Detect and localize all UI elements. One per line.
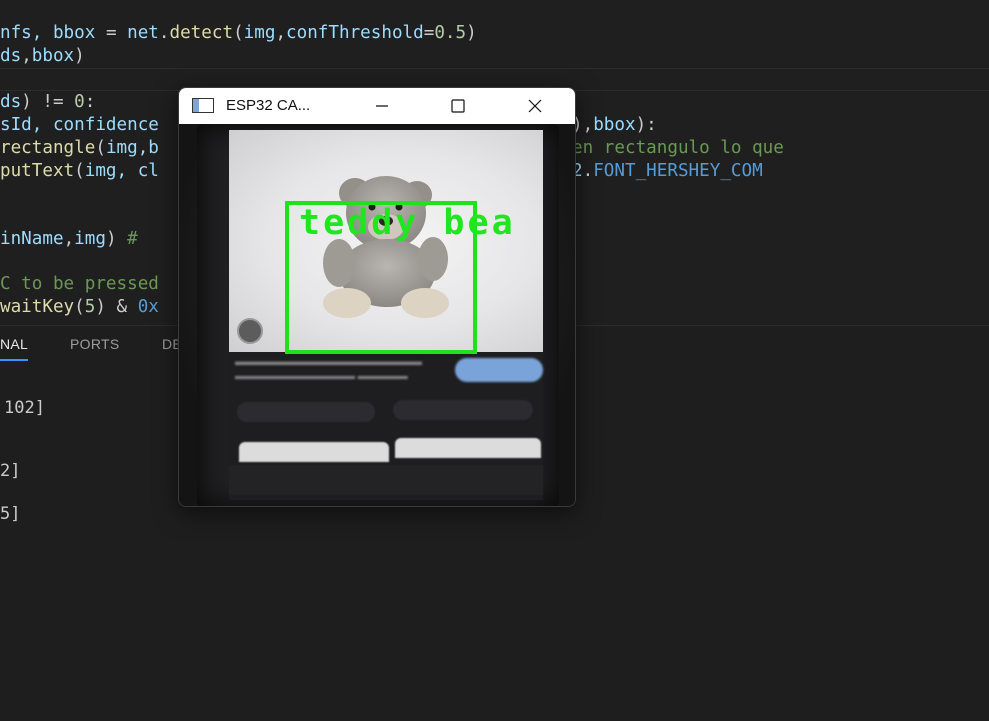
code-token: . xyxy=(158,23,170,43)
code-line: waitKey(5) & 0x xyxy=(0,296,159,319)
code-token: sId, confidence xyxy=(0,115,159,135)
code-token: bbox xyxy=(593,115,636,135)
code-token: ) xyxy=(74,46,85,66)
code-token: img xyxy=(243,23,276,43)
code-token: 0.5 xyxy=(434,23,467,43)
code-token: : xyxy=(84,92,96,112)
code-line: ds) != 0: xyxy=(0,91,95,114)
code-line: nfs, bbox = net.detect(img,confThreshold… xyxy=(0,22,477,45)
code-token: 5 xyxy=(84,297,96,317)
code-token: ( xyxy=(74,297,85,317)
code-token: bbox xyxy=(31,46,75,66)
code-token: ds xyxy=(0,46,22,66)
code-token: ( xyxy=(233,23,244,43)
camera-window[interactable]: ESP32 CA... ▬▬▬▬▬▬▬▬▬▬▬▬▬▬▬▬▬ ▬▬▬▬▬▬▬▬▬▬… xyxy=(178,87,576,507)
code-token: confThreshold xyxy=(286,23,424,43)
code-token: putText xyxy=(0,161,75,181)
minimize-button[interactable] xyxy=(359,88,405,124)
maximize-button[interactable] xyxy=(435,88,481,124)
phone-navbar xyxy=(229,465,543,495)
app-window-icon xyxy=(192,98,214,113)
close-button[interactable] xyxy=(512,88,558,124)
terminal-output-line: 102] xyxy=(4,398,45,418)
code-token: img xyxy=(105,138,138,158)
code-token: ( xyxy=(74,161,85,181)
code-token: inName xyxy=(0,229,64,249)
code-token: , xyxy=(275,23,287,43)
code-token: # xyxy=(127,229,138,249)
code-token: ) xyxy=(105,229,128,249)
code-token: detect xyxy=(169,23,234,43)
code-token: 0x xyxy=(137,297,159,317)
code-token: FONT_HERSHEY_COM xyxy=(593,161,763,181)
product-seller-blurred: ▬▬▬▬▬▬▬▬▬▬▬▬ ▬▬▬▬▬ xyxy=(235,371,408,382)
code-token: nfs, bbox xyxy=(0,23,106,43)
action-pill-left xyxy=(237,402,375,422)
code-token: waitKey xyxy=(0,297,75,317)
minimize-icon xyxy=(376,105,388,107)
code-token: ( xyxy=(95,138,106,158)
code-token: ds xyxy=(0,92,22,112)
camera-feed: ▬▬▬▬▬▬▬▬▬▬▬▬▬▬▬▬▬ ▬▬▬▬▬▬▬▬▬▬▬▬ ▬▬▬▬▬ ted… xyxy=(179,124,575,506)
terminal-output-line: 5] xyxy=(0,504,21,524)
code-token: = xyxy=(423,23,435,43)
maximize-icon xyxy=(451,99,465,113)
code-token: , xyxy=(21,46,32,66)
code-token: ) & xyxy=(95,297,138,317)
code-token: C to be pressed xyxy=(0,274,159,294)
window-title: ESP32 CA... xyxy=(226,97,311,114)
action-pill-right xyxy=(393,400,533,420)
code-line: ds,bbox) xyxy=(0,45,85,68)
product-cta-button xyxy=(455,358,543,382)
code-token: rectangle xyxy=(0,138,96,158)
product-title-blurred: ▬▬▬▬▬▬▬▬▬▬▬▬▬▬▬▬▬ xyxy=(235,356,422,368)
window-titlebar[interactable]: ESP32 CA... xyxy=(179,88,575,124)
code-token: , xyxy=(63,229,75,249)
terminal-output-line: 2] xyxy=(0,461,21,481)
code-token: ) != xyxy=(21,92,75,112)
button-bar-right xyxy=(395,438,541,458)
code-token: ) xyxy=(466,23,477,43)
code-token: img xyxy=(84,161,117,181)
sustainability-badge-icon xyxy=(237,318,263,344)
close-icon xyxy=(528,99,542,113)
code-token: ,b xyxy=(137,138,159,158)
detection-label: teddy bea xyxy=(299,203,516,243)
code-token: = xyxy=(105,23,128,43)
code-token: . xyxy=(582,161,594,181)
code-line: inName,img) # xyxy=(0,228,138,251)
code-token: img xyxy=(74,229,106,249)
code-token: , cl xyxy=(116,161,159,181)
code-token: 0 xyxy=(74,92,85,112)
button-bar-left xyxy=(239,442,389,462)
tab-terminal[interactable]: NAL xyxy=(0,336,29,361)
code-token: ): xyxy=(635,115,657,135)
code-token: net xyxy=(127,23,159,43)
tab-ports[interactable]: PORTS xyxy=(70,336,119,352)
code-line: C to be pressed xyxy=(0,273,159,296)
